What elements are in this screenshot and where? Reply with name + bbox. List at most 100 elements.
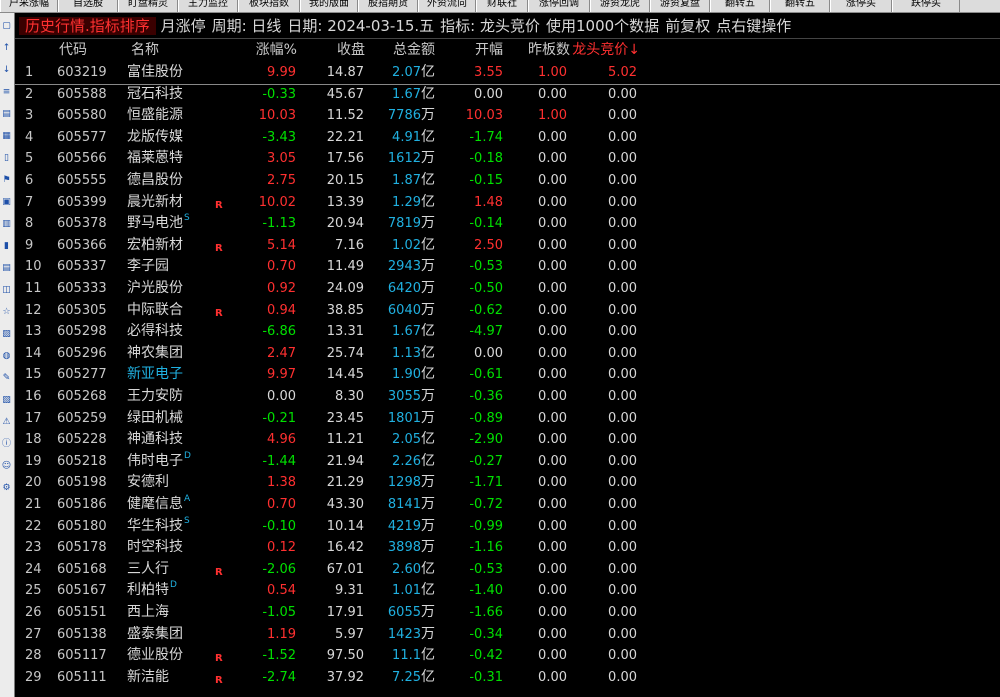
col-header-amount[interactable]: 总金额 — [383, 38, 435, 62]
table-row[interactable]: 14 605296 神农集团 2.47 25.74 1.13亿 0.00 0.00 0.00 — [15, 343, 1000, 365]
window-icon[interactable]: ▢ — [1, 21, 12, 32]
star-icon[interactable]: ☆ — [1, 307, 12, 318]
prev-limit-count: 0.00 — [538, 216, 567, 232]
table-row[interactable]: 3 605580 恒盛能源 10.03 11.52 7786万 10.03 1.00 0.00 — [15, 105, 1000, 127]
row-index: 21 — [25, 497, 42, 512]
arrow-up-icon[interactable]: ↑ — [1, 43, 12, 54]
doc-icon[interactable]: ▯ — [1, 153, 12, 164]
table-row[interactable]: 16 605268 王力安防 0.00 8.30 3055万 -0.36 0.00 0.00 — [15, 386, 1000, 408]
chart-icon[interactable]: ▤ — [1, 263, 12, 274]
history-mode-label[interactable]: 历史行情.指标排序 — [19, 17, 156, 35]
stock-name: 恒盛能源 — [127, 107, 183, 124]
table-row[interactable]: 20 605198 安德利 1.38 21.29 1298万 -1.71 0.00 0.00 — [15, 472, 1000, 494]
amount-value: 7786 — [387, 108, 421, 124]
toolbar-button[interactable]: 涨停买 — [830, 0, 892, 12]
toolbar-button[interactable]: 自选股 — [58, 0, 118, 12]
change-pct: 0.70 — [267, 497, 296, 512]
prev-limit-count: 0.00 — [538, 432, 567, 448]
table-row[interactable]: 10 605337 李子园 0.70 11.49 2943万 -0.53 0.00 0.00 — [15, 256, 1000, 278]
toolbar-button[interactable]: 户采涨幅 — [0, 0, 58, 12]
open-pct: -0.36 — [469, 389, 503, 404]
toolbar-button[interactable]: 财联社 — [476, 0, 528, 12]
table-row[interactable]: 29 605111 新洁能 R -2.74 37.92 7.25亿 -0.31 0.00 0.00 — [15, 667, 1000, 689]
user-icon[interactable]: ☺ — [1, 461, 12, 472]
table-row[interactable]: 13 605298 必得科技 -6.86 13.31 1.67亿 -4.97 0.00 0.00 — [15, 321, 1000, 343]
calendar-icon[interactable]: ▣ — [1, 197, 12, 208]
close-price: 22.21 — [326, 129, 364, 145]
table-row[interactable]: 22 605180 华生科技 S -0.10 10.14 4219万 -0.99 0.00 0.0… — [15, 516, 1000, 538]
tools-icon[interactable]: ✎ — [1, 373, 12, 384]
table-row[interactable]: 7 605399 晨光新材 R 10.02 13.39 1.29亿 1.48 0.00 0.00 — [15, 192, 1000, 214]
info-icon[interactable]: ⓘ — [1, 439, 12, 450]
table-row[interactable]: 5 605566 福莱蒽特 3.05 17.56 1612万 -0.18 0.00 0.00 — [15, 148, 1000, 170]
bars-icon[interactable]: ▨ — [1, 329, 12, 340]
table-row[interactable]: 4 605577 龙版传媒 -3.43 22.21 4.91亿 -1.74 0.00 0.00 — [15, 127, 1000, 149]
row-index: 8 — [25, 216, 34, 232]
settings-icon[interactable]: ⚙ — [1, 483, 12, 494]
total-amount: 2.26亿 — [370, 451, 435, 473]
table-icon[interactable]: ▥ — [1, 219, 12, 230]
toolbar-button[interactable]: 板块指数 — [238, 0, 300, 12]
toolbar-button[interactable]: 游资龙虎 — [590, 0, 650, 12]
grid-icon[interactable]: ▦ — [1, 131, 12, 142]
stock-name: 华生科技 — [127, 517, 183, 534]
col-header-close[interactable]: 收盘 — [315, 38, 365, 62]
book-icon[interactable]: ▮ — [1, 241, 12, 252]
col-header-name[interactable]: 名称 — [131, 38, 159, 62]
flag-icon[interactable]: ⚑ — [1, 175, 12, 186]
table-row[interactable]: 6 605555 德昌股份 2.75 20.15 1.87亿 -0.15 0.00 0.00 — [15, 170, 1000, 192]
toolbar-button[interactable]: 翻转五 — [770, 0, 830, 12]
open-pct: -0.99 — [469, 518, 503, 534]
toolbar-button[interactable]: 我的版面 — [300, 0, 358, 12]
table-row[interactable]: 1 603219 富佳股份 9.99 14.87 2.07亿 3.55 1.00 5.02 — [15, 62, 1000, 85]
chart-icon[interactable]: ▤ — [1, 109, 12, 120]
left-sidebar: ▢ ↑ ↓ ≡ ▤ ▦ ▯ ⚑ ▣ ▥ ▮ ▤ ◫ ☆ ▨ ◍ ✎ ▧ ⚠ ⓘ ☺ ⚙ — [0, 13, 15, 697]
table-row[interactable]: 23 605178 时空科技 0.12 16.42 3898万 -1.16 0.00 0.00 — [15, 537, 1000, 559]
table-row[interactable]: 27 605138 盛泰集团 1.19 5.97 1423万 -0.34 0.00 0.00 — [15, 624, 1000, 646]
total-amount: 6055万 — [370, 602, 435, 624]
toolbar-button[interactable]: 涨停回调 — [528, 0, 590, 12]
toolbar-button[interactable]: 游资复盘 — [650, 0, 710, 12]
table-row[interactable]: 28 605117 德业股份 R -1.52 97.50 11.1亿 -0.42 0.00 0.0… — [15, 645, 1000, 667]
toolbar-button[interactable]: 主力监控 — [178, 0, 238, 12]
col-header-open[interactable]: 开幅 — [467, 38, 503, 62]
arrow-down-icon[interactable]: ↓ — [1, 65, 12, 76]
table-row[interactable]: 26 605151 西上海 -1.05 17.91 6055万 -1.66 0.00 0.00 — [15, 602, 1000, 624]
globe-icon[interactable]: ◍ — [1, 351, 12, 362]
news-icon[interactable]: ▧ — [1, 395, 12, 406]
table-row[interactable]: 18 605228 神通科技 4.96 11.21 2.05亿 -2.90 0.00 0.00 — [15, 429, 1000, 451]
toolbar-button[interactable]: 翻转五 — [710, 0, 770, 12]
table-row[interactable]: 25 605167 利柏特 D 0.54 9.31 1.01亿 -1.40 0.00 0.00 — [15, 580, 1000, 602]
list-icon[interactable]: ≡ — [1, 87, 12, 98]
table-row[interactable]: 21 605186 健麾信息 A 0.70 43.30 8141万 -0.72 0.00 0.00 — [15, 494, 1000, 516]
col-header-code[interactable]: 代码 — [59, 38, 87, 62]
prev-limit-count: 0.00 — [538, 648, 567, 664]
close-price: 37.92 — [326, 669, 364, 685]
col-header-leader-bid[interactable]: 龙头竞价↓ — [568, 38, 640, 62]
table-row[interactable]: 19 605218 伟时电子 D -1.44 21.94 2.26亿 -0.27 0.00 0.0… — [15, 451, 1000, 473]
alert-icon[interactable]: ⚠ — [1, 417, 12, 428]
open-pct: 10.03 — [465, 108, 503, 124]
col-header-prev-limit[interactable]: 昨板数 — [520, 38, 570, 62]
col-header-pct[interactable]: 涨幅% — [247, 38, 297, 62]
stock-code: 605399 — [57, 194, 107, 210]
stock-code: 605218 — [57, 453, 107, 469]
table-row[interactable]: 12 605305 中际联合 R 0.94 38.85 6040万 -0.62 0.00 0.00 — [15, 300, 1000, 322]
table-row[interactable]: 24 605168 三人行 R -2.06 67.01 2.60亿 -0.53 0.00 0.00 — [15, 559, 1000, 581]
table-row[interactable]: 8 605378 野马电池 S -1.13 20.94 7819万 -0.14 0.00 0.00 — [15, 213, 1000, 235]
table-row[interactable]: 17 605259 绿田机械 -0.21 23.45 1801万 -0.89 0.00 0.00 — [15, 408, 1000, 430]
table-row[interactable]: 11 605333 沪光股份 0.92 24.09 6420万 -0.50 0.00 0.00 — [15, 278, 1000, 300]
amount-value: 6055 — [387, 605, 421, 620]
toolbar-button[interactable]: 外资流向 — [418, 0, 476, 12]
table-row[interactable]: 9 605366 宏柏新材 R 5.14 7.16 1.02亿 2.50 0.00 0.00 — [15, 235, 1000, 257]
amount-unit: 万 — [421, 107, 435, 124]
total-amount: 3898万 — [370, 537, 435, 559]
toolbar-button[interactable]: 盯盘精灵 — [118, 0, 178, 12]
toolbar-button[interactable]: 股指期货 — [358, 0, 418, 12]
open-pct: -0.15 — [469, 173, 503, 188]
total-amount: 7.25亿 — [370, 667, 435, 689]
layers-icon[interactable]: ◫ — [1, 285, 12, 296]
table-row[interactable]: 15 605277 新亚电子 9.97 14.45 1.90亿 -0.61 0.00 0.00 — [15, 364, 1000, 386]
toolbar-button[interactable]: 跌停买 — [892, 0, 960, 12]
table-row[interactable]: 2 605588 冠石科技 -0.33 45.67 1.67亿 0.00 0.00 0.00 — [15, 84, 1000, 106]
